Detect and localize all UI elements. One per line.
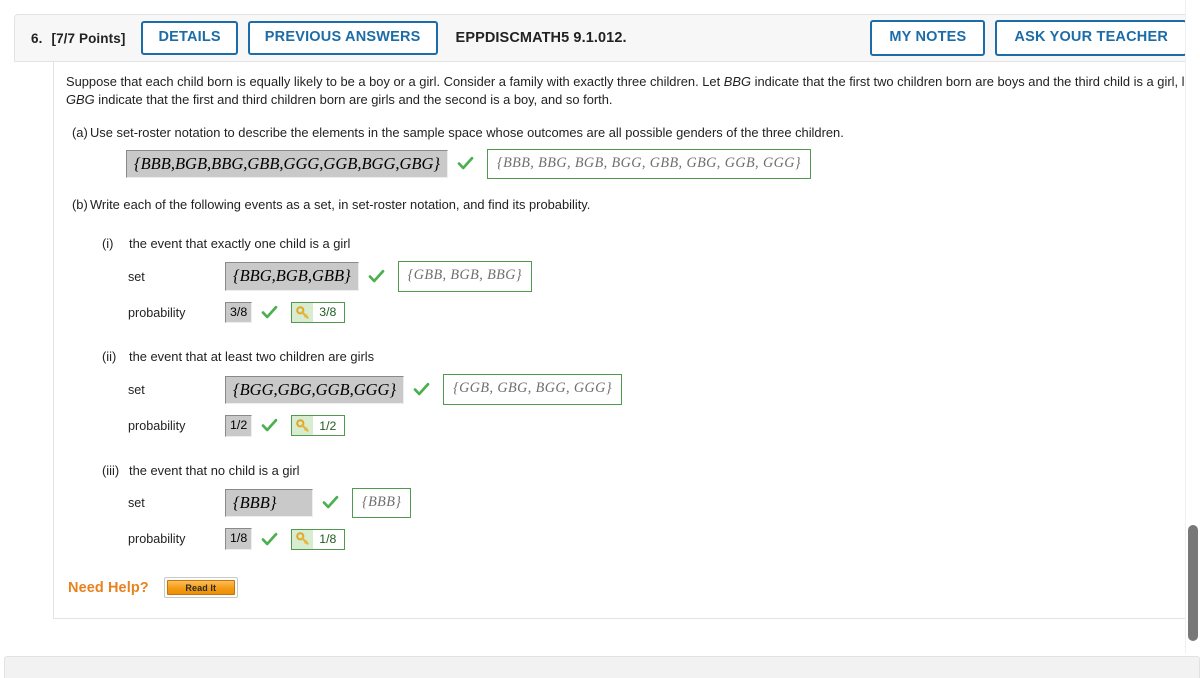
item-ii-prob-correct-box: 1/2 [291,415,346,437]
prose-bbg: BBG [723,74,752,89]
question-number: 6. [31,30,43,46]
green-check-icon [261,417,278,434]
part-b-item-ii: (ii) the event that at least two childre… [102,349,1187,437]
item-iii-prob-correct: 1/8 [319,531,337,546]
item-i-set-correct: {GBB, BGB, BBG} [397,261,532,292]
need-help-label: Need Help? [68,579,149,596]
item-iii-prob-row: probability 1/8 1/8 [128,528,1187,550]
item-ii-set-answer-box[interactable]: {BGG,GBG,GGB,GGG} [225,375,405,404]
item-i-prob-answer-box[interactable]: 3/8 [225,301,253,324]
my-notes-button[interactable]: MY NOTES [870,20,986,56]
part-a-answer-box[interactable]: {BBB,BGB,BBG,GBB,GGG,GGB,BGG,GBG} [126,149,449,179]
item-ii-prob-answer-box[interactable]: 1/2 [225,415,253,437]
bottom-status-bar [4,656,1200,678]
item-ii-prob-label: probability [128,418,186,433]
green-check-icon [457,155,474,172]
item-i-label: (i) [102,236,114,252]
page-root: 6. [7/7 Points] DETAILS PREVIOUS ANSWERS… [0,0,1200,678]
part-a-answer-row: {BBB,BGB,BBG,GBB,GGG,GGB,BGG,GBG} {BBB, … [126,148,1187,180]
page-scrollbar-thumb[interactable] [1188,525,1198,641]
item-iii-prob-correct-box: 1/8 [291,528,346,550]
part-b-item-iii: (iii) the event that no child is a girl … [102,463,1187,550]
need-help-section: Need Help? Read It [68,577,238,598]
question-header: 6. [7/7 Points] DETAILS PREVIOUS ANSWERS… [14,14,1198,62]
item-iii-set-row: set {BBB} {BBB} [128,487,1187,519]
part-b-text: Write each of the following events as a … [90,197,591,213]
item-iii-heading: (iii) the event that no child is a girl [102,463,1187,478]
item-ii-label: (ii) [102,349,117,365]
details-button[interactable]: DETAILS [141,21,238,55]
key-icon [292,303,314,323]
item-i-prob-correct-box: 3/8 [291,302,346,324]
item-ii-prob-correct: 1/2 [319,418,337,433]
item-ii-set-row: set {BGG,GBG,GGB,GGG} {GGB, GBG, BGG, GG… [128,374,1187,406]
prose-gbg: GBG [66,91,95,107]
item-iii-label: (iii) [102,462,120,478]
green-check-icon [261,531,278,548]
item-i-text: the event that exactly one child is a gi… [129,236,351,252]
item-ii-heading: (ii) the event that at least two childre… [102,349,1187,364]
item-ii-set-correct: {GGB, GBG, BGG, GGG} [443,374,622,406]
item-i-set-label: set [128,269,145,284]
part-a-text: Use set-roster notation to describe the … [90,124,844,140]
key-icon [292,416,314,436]
part-a-correct-answer: {BBB, BBG, BGB, BGG, GBB, GBG, GGB, GGG} [487,148,811,180]
read-it-button[interactable]: Read It [166,580,235,595]
green-check-icon [413,381,430,398]
item-ii-prob-row: probability 1/2 1/2 [128,415,1187,437]
item-iii-prob-answer-box[interactable]: 1/8 [225,528,253,550]
green-check-icon [261,304,278,321]
item-ii-text: the event that at least two children are… [129,349,375,365]
item-i-prob-row: probability 3/8 3/8 [128,301,1187,324]
question-code: EPPDISCMATH5 9.1.012. [455,30,627,46]
item-iii-text: the event that no child is a girl [129,462,300,478]
part-a-label: (a) [72,124,88,140]
read-it-wrapper: Read It [163,577,238,598]
prose-line1-b: indicate that the first two children bor… [751,74,1196,89]
prose-line2-b: indicate that the first and third childr… [94,91,613,107]
page-scrollbar-track[interactable] [1185,0,1200,654]
green-check-icon [322,494,339,511]
question-card: Suppose that each child born is equally … [53,62,1198,619]
item-i-set-row: set {BBG,BGB,GBB} {GBB, BGB, BBG} [128,261,1187,292]
part-a: (a) Use set-roster notation to describe … [64,125,1187,140]
item-i-prob-correct: 3/8 [319,305,337,320]
question-body: Suppose that each child born is equally … [54,62,1197,618]
question-prose: Suppose that each child born is equally … [66,73,1197,109]
part-b: (b) Write each of the following events a… [64,197,1187,212]
item-iii-prob-label: probability [128,532,186,547]
item-i-set-answer-box[interactable]: {BBG,BGB,GBB} [225,262,359,291]
previous-answers-button[interactable]: PREVIOUS ANSWERS [247,21,438,55]
key-icon [292,529,314,549]
item-i-heading: (i) the event that exactly one child is … [102,236,1187,251]
prose-line1-a: Suppose that each child born is equally … [66,74,724,89]
question-points: [7/7 Points] [51,30,126,46]
green-check-icon [368,268,385,285]
item-iii-set-correct: {BBB} [352,487,412,519]
item-iii-set-answer-box[interactable]: {BBB} [225,488,313,518]
item-i-prob-label: probability [128,305,186,320]
item-ii-set-label: set [128,382,145,397]
part-b-item-i: (i) the event that exactly one child is … [102,236,1187,324]
part-b-label: (b) [72,197,88,213]
item-iii-set-label: set [128,495,145,510]
ask-your-teacher-button[interactable]: ASK YOUR TEACHER [995,20,1187,56]
